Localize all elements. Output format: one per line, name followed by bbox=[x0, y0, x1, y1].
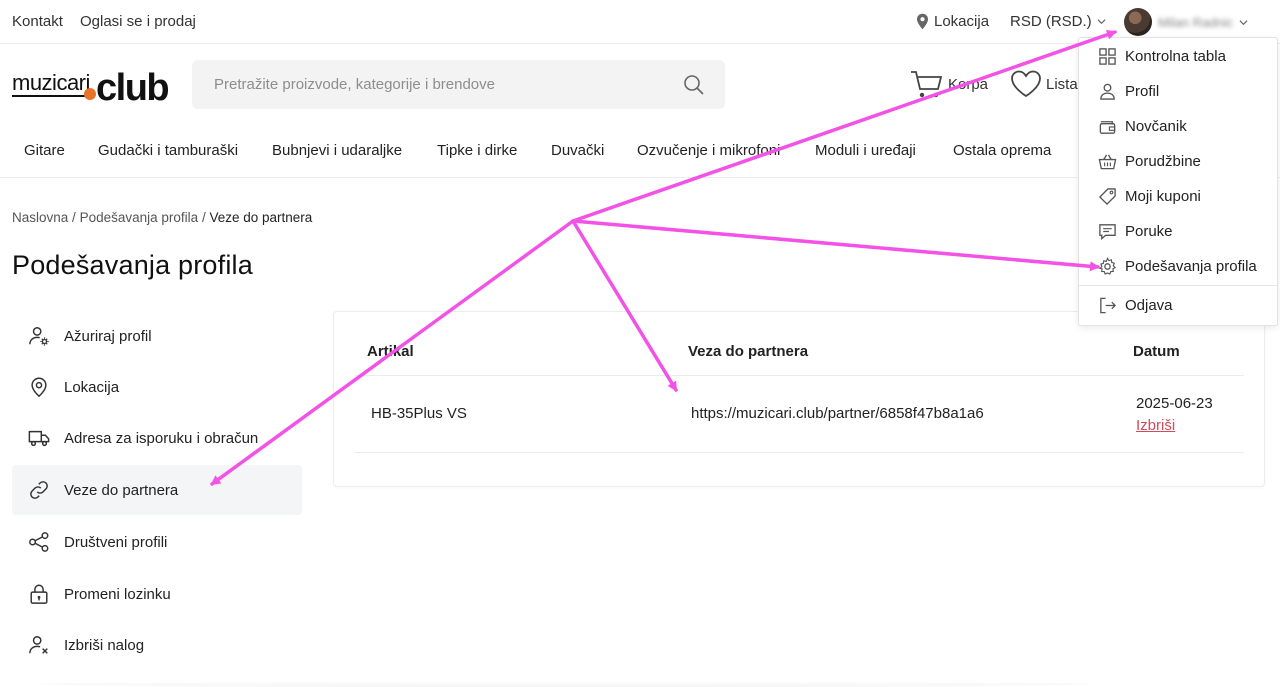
menu-item-label: Kontrolna tabla bbox=[1125, 48, 1226, 65]
search-icon[interactable] bbox=[683, 74, 705, 96]
heart-icon bbox=[1011, 70, 1041, 98]
page-title: Podešavanja profila bbox=[12, 250, 253, 280]
menu-item-wallet[interactable]: Novčanik bbox=[1098, 117, 1187, 136]
sidebar-item-update-profile[interactable]: Ažuriraj profil bbox=[12, 311, 302, 361]
article-cell: HB-35Plus VS bbox=[371, 405, 467, 422]
sidebar-item-label: Izbriši nalog bbox=[64, 636, 145, 654]
menu-item-messages[interactable]: Poruke bbox=[1098, 222, 1173, 241]
search-input[interactable] bbox=[192, 60, 652, 109]
sidebar-item-location[interactable]: Lokacija bbox=[12, 362, 302, 412]
logout-icon bbox=[1100, 297, 1117, 314]
sidebar-item-label: Veze do partnera bbox=[64, 481, 179, 499]
breadcrumb-current: Veze do partnera bbox=[209, 210, 313, 225]
menu-item-label: Moji kuponi bbox=[1125, 188, 1201, 205]
menu-item-profile-settings[interactable]: Podešavanja profila bbox=[1098, 257, 1257, 276]
menu-item-label: Novčanik bbox=[1125, 118, 1187, 135]
breadcrumb-home[interactable]: Naslovna bbox=[12, 210, 68, 225]
advertise-link[interactable]: Oglasi se i prodaj bbox=[80, 13, 196, 30]
share-icon bbox=[29, 532, 49, 552]
menu-item-label: Odjava bbox=[1125, 297, 1173, 314]
user-x-icon bbox=[29, 636, 48, 654]
nav-item-tipke[interactable]: Tipke i dirke bbox=[437, 142, 517, 159]
column-header-partner-link: Veza do partnera bbox=[688, 343, 809, 360]
menu-item-dashboard[interactable]: Kontrolna tabla bbox=[1098, 47, 1226, 66]
user-menu-toggle[interactable]: Milan Radnic bbox=[1124, 8, 1248, 36]
user-icon bbox=[1100, 83, 1115, 100]
nav-item-ozvucenje[interactable]: Ozvučenje i mikrofoni bbox=[637, 142, 780, 159]
sidebar-item-label: Adresa za isporuku i obračun bbox=[64, 429, 259, 447]
sidebar-item-social-profiles[interactable]: Društveni profili bbox=[12, 517, 302, 567]
logo-text-left: muzicari bbox=[12, 70, 90, 95]
sidebar-item-label: Društveni profili bbox=[64, 533, 168, 551]
menu-item-coupons[interactable]: Moji kuponi bbox=[1098, 187, 1201, 206]
breadcrumb: Naslovna / Podešavanja profila / Veze do… bbox=[12, 210, 312, 225]
table-divider bbox=[355, 375, 1244, 376]
sidebar-item-shipping-address[interactable]: Adresa za isporuku i obračun bbox=[12, 413, 302, 463]
nav-item-moduli[interactable]: Moduli i uređaji bbox=[815, 142, 916, 159]
cart-link[interactable]: Korpa bbox=[910, 69, 988, 99]
logo-text-right: club bbox=[96, 67, 168, 106]
user-dropdown-menu bbox=[1078, 37, 1278, 326]
grid-icon bbox=[1099, 48, 1116, 65]
nav-item-ostala[interactable]: Ostala oprema bbox=[953, 142, 1051, 159]
wishlist-label: Lista bbox=[1046, 75, 1078, 93]
breadcrumb-separator: / bbox=[201, 210, 206, 225]
sidebar-item-partner-links[interactable]: Veze do partnera bbox=[12, 465, 302, 515]
lock-icon bbox=[30, 584, 48, 604]
sidebar-item-delete-account[interactable]: Izbriši nalog bbox=[12, 620, 302, 670]
menu-divider bbox=[1079, 285, 1277, 286]
sidebar-item-change-password[interactable]: Promeni lozinku bbox=[12, 569, 302, 619]
bottom-shadow bbox=[40, 681, 1090, 687]
basket-icon bbox=[1098, 154, 1117, 170]
breadcrumb-settings[interactable]: Podešavanja profila bbox=[80, 210, 199, 225]
currency-label: RSD (RSD.) bbox=[1010, 13, 1092, 30]
wallet-icon bbox=[1099, 121, 1116, 134]
sidebar-item-label: Lokacija bbox=[64, 378, 120, 396]
delete-link[interactable]: Izbriši bbox=[1136, 417, 1175, 434]
menu-item-label: Porudžbine bbox=[1125, 153, 1201, 170]
location-label: Lokacija bbox=[934, 13, 990, 30]
gear-icon bbox=[1098, 257, 1116, 275]
user-name: Milan Radnic bbox=[1158, 14, 1234, 30]
date-cell: 2025-06-23 bbox=[1136, 395, 1213, 412]
truck-icon bbox=[28, 430, 50, 447]
site-logo[interactable]: muzicari club bbox=[12, 64, 176, 109]
column-header-article: Artikal bbox=[367, 343, 414, 360]
column-header-date: Datum bbox=[1133, 343, 1180, 360]
muzicari-club-logo: muzicari club bbox=[12, 67, 170, 109]
partner-link-cell[interactable]: https://muzicari.club/partner/6858f47b8a… bbox=[691, 405, 984, 422]
menu-item-label: Podešavanja profila bbox=[1125, 258, 1257, 275]
tag-icon bbox=[1098, 188, 1116, 206]
cart-label: Korpa bbox=[948, 75, 989, 93]
menu-item-orders[interactable]: Porudžbine bbox=[1098, 152, 1201, 171]
partner-links-table bbox=[333, 311, 1265, 487]
menu-item-logout[interactable]: Odjava bbox=[1098, 296, 1173, 315]
location-selector[interactable]: Lokacija bbox=[916, 13, 989, 30]
location-pin-icon bbox=[31, 377, 47, 398]
arrow-to-profile-settings bbox=[571, 219, 1100, 272]
table-divider bbox=[355, 452, 1244, 453]
chevron-down-icon bbox=[1239, 19, 1248, 25]
search-bar bbox=[192, 60, 725, 109]
menu-item-label: Poruke bbox=[1125, 223, 1173, 240]
link-icon bbox=[30, 481, 48, 499]
menu-item-profile[interactable]: Profil bbox=[1098, 82, 1159, 101]
nav-item-bubnjevi[interactable]: Bubnjevi i udaraljke bbox=[272, 142, 402, 159]
cart-icon bbox=[911, 71, 943, 98]
menu-item-label: Profil bbox=[1125, 83, 1160, 100]
breadcrumb-separator: / bbox=[72, 210, 76, 225]
currency-selector[interactable]: RSD (RSD.) bbox=[1010, 13, 1106, 30]
nav-item-duvacki[interactable]: Duvački bbox=[551, 142, 604, 159]
sidebar-item-label: Ažuriraj profil bbox=[64, 327, 152, 345]
chevron-down-icon bbox=[1097, 19, 1106, 25]
wishlist-link[interactable]: Lista bbox=[1010, 69, 1078, 99]
contact-link[interactable]: Kontakt bbox=[12, 13, 63, 30]
message-icon bbox=[1099, 224, 1116, 241]
user-gear-icon bbox=[29, 327, 49, 346]
location-pin-icon bbox=[917, 13, 928, 30]
sidebar-item-label: Promeni lozinku bbox=[64, 585, 171, 603]
nav-item-gudacki[interactable]: Gudački i tamburaški bbox=[98, 142, 238, 159]
nav-item-gitare[interactable]: Gitare bbox=[24, 142, 65, 159]
avatar bbox=[1124, 8, 1152, 36]
